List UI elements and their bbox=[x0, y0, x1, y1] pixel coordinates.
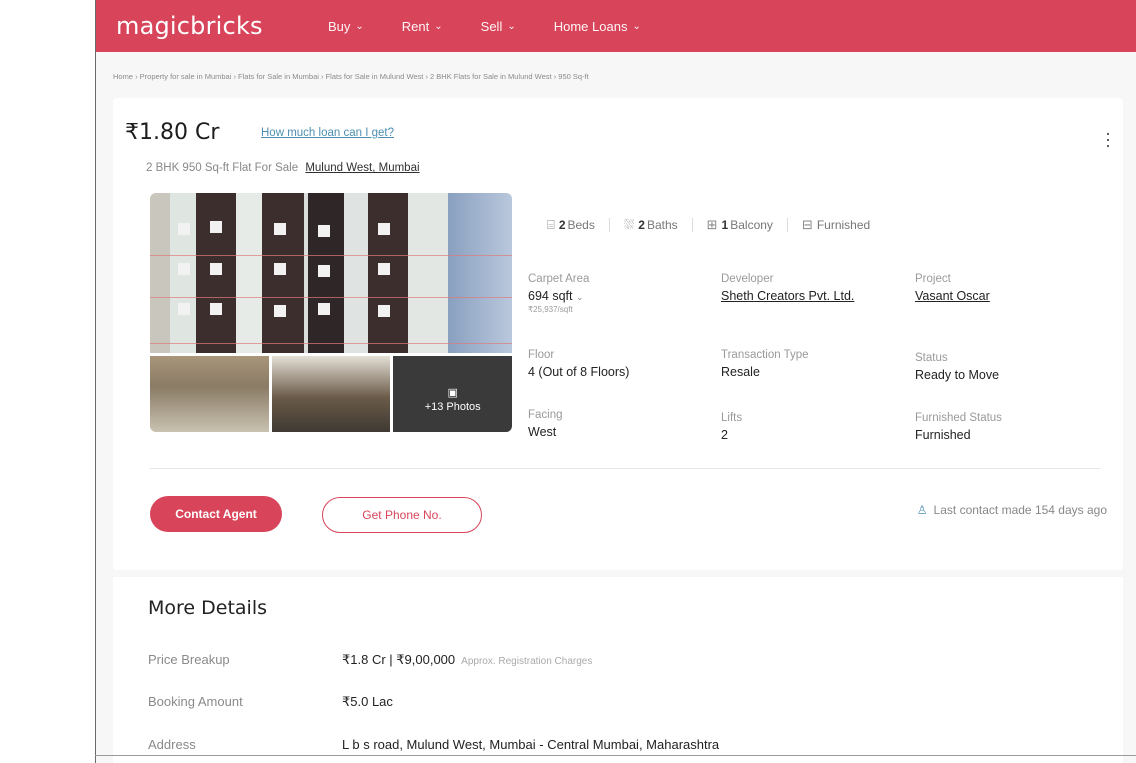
listing-subtitle: 2 BHK 950 Sq-ft Flat For Sale Mulund Wes… bbox=[146, 162, 420, 174]
fact-label: Transaction Type bbox=[721, 349, 809, 361]
fact-furnished-status: Furnished Status Furnished bbox=[915, 412, 1002, 442]
beds-label: Beds bbox=[567, 218, 595, 232]
balcony-count: 1 bbox=[721, 218, 729, 232]
nav-home-loans-label: Home Loans bbox=[553, 19, 628, 34]
detail-value: ₹1.8 Cr | ₹9,00,000 bbox=[342, 652, 456, 667]
beds-count: 2 bbox=[558, 218, 566, 232]
baths-label: Baths bbox=[646, 218, 678, 232]
baths-info: ⛆ 2 Baths bbox=[624, 217, 678, 233]
main-photo[interactable] bbox=[150, 193, 512, 353]
nav-home-loans[interactable]: Home Loans ⌄ bbox=[554, 19, 641, 34]
nav-rent-label: Rent bbox=[401, 19, 430, 34]
photo-thumbnails: ▣ +13 Photos bbox=[150, 356, 513, 432]
fact-label: Lifts bbox=[721, 412, 743, 424]
detail-row-price-breakup: Price Breakup ₹1.8 Cr | ₹9,00,000 Approx… bbox=[148, 652, 592, 668]
detail-row-address: Address L b s road, Mulund West, Mumbai … bbox=[148, 737, 719, 752]
listing-location-link[interactable]: Mulund West, Mumbai bbox=[305, 162, 419, 174]
fact-lifts: Lifts 2 bbox=[721, 412, 742, 442]
balcony-label: Balcony bbox=[730, 218, 773, 232]
fact-label: Furnished Status bbox=[915, 412, 1002, 424]
nav-sell-label: Sell bbox=[480, 19, 503, 34]
fact-label: Developer bbox=[721, 273, 774, 285]
project-link[interactable]: Vasant Oscar bbox=[915, 289, 990, 304]
fact-project: Project Vasant Oscar bbox=[915, 273, 990, 304]
detail-value: ₹5.0 Lac bbox=[342, 694, 393, 709]
furnished-info: ⊟ Furnished bbox=[802, 217, 870, 233]
fact-label: Floor bbox=[528, 349, 555, 361]
fact-floor: Floor 4 (Out of 8 Floors) bbox=[528, 349, 629, 379]
detail-value: L b s road, Mulund West, Mumbai - Centra… bbox=[342, 737, 720, 752]
last-contact-info: ♙ Last contact made 154 days ago bbox=[917, 503, 1107, 517]
fact-label: Facing bbox=[528, 409, 563, 421]
fact-value[interactable]: 694 sqft ⌄ bbox=[528, 289, 589, 303]
fact-developer: Developer Sheth Creators Pvt. Ltd. bbox=[721, 273, 891, 304]
more-photos-label: +13 Photos bbox=[424, 401, 481, 413]
fact-value: Furnished bbox=[915, 428, 971, 442]
fact-status: Status Ready to Move bbox=[915, 352, 999, 382]
bath-icon: ⛆ bbox=[623, 217, 635, 232]
page-frame-bottom bbox=[95, 755, 1136, 756]
detail-label: Booking Amount bbox=[148, 694, 243, 709]
detail-label: Price Breakup bbox=[148, 652, 230, 667]
last-contact-text: Last contact made 154 days ago bbox=[933, 503, 1107, 517]
photo-thumbnail[interactable] bbox=[150, 356, 269, 432]
nav-buy-label: Buy bbox=[328, 19, 351, 34]
get-phone-button[interactable]: Get Phone No. bbox=[322, 497, 482, 533]
detail-note: Approx. Registration Charges bbox=[461, 656, 593, 667]
fact-value: 2 bbox=[721, 428, 728, 442]
more-photos-thumbnail[interactable]: ▣ +13 Photos bbox=[393, 356, 513, 432]
amenities-row: ⌸ 2 Beds ⛆ 2 Baths ⊞ 1 Balcony ⊟ Furnish… bbox=[547, 217, 884, 233]
furniture-icon: ⊟ bbox=[801, 217, 813, 232]
fact-label: Status bbox=[915, 352, 948, 364]
beds-info: ⌸ 2 Beds bbox=[547, 217, 595, 233]
fact-label: Carpet Area bbox=[528, 273, 590, 285]
baths-count: 2 bbox=[638, 218, 645, 232]
furnished-label: Furnished bbox=[816, 218, 871, 232]
more-options-icon[interactable]: · · · bbox=[1105, 124, 1111, 154]
listing-card: ₹1.80 Cr How much loan can I get? · · · 2 … bbox=[113, 98, 1123, 570]
site-logo[interactable]: magicbricks bbox=[116, 12, 263, 40]
chevron-down-icon: ⌄ bbox=[575, 292, 584, 302]
fact-carpet-area: Carpet Area 694 sqft ⌄ ₹25,937/sqft bbox=[528, 273, 589, 314]
nav-rent[interactable]: Rent ⌄ bbox=[402, 19, 443, 34]
top-navbar: magicbricks Buy ⌄ Rent ⌄ Sell ⌄ Home Loans ⌄ bbox=[96, 0, 1136, 52]
photo-thumbnail[interactable] bbox=[271, 356, 391, 432]
fact-value: Resale bbox=[721, 365, 760, 379]
nav-buy[interactable]: Buy ⌄ bbox=[328, 19, 364, 34]
detail-row-booking-amount: Booking Amount ₹5.0 Lac bbox=[148, 694, 393, 710]
fact-value: Ready to Move bbox=[915, 368, 1000, 382]
fact-facing: Facing West bbox=[528, 409, 563, 439]
balcony-icon: ⊞ bbox=[706, 217, 718, 232]
nav-sell[interactable]: Sell ⌄ bbox=[481, 19, 516, 34]
fact-value: 4 (Out of 8 Floors) bbox=[528, 365, 630, 379]
main-nav: Buy ⌄ Rent ⌄ Sell ⌄ Home Loans ⌄ bbox=[328, 19, 679, 34]
contact-agent-button[interactable]: Contact Agent bbox=[150, 496, 282, 532]
listing-type: 2 BHK 950 Sq-ft Flat For Sale bbox=[146, 162, 299, 174]
more-details-section: More Details Price Breakup ₹1.8 Cr | ₹9,… bbox=[113, 577, 1123, 763]
bed-icon: ⌸ bbox=[547, 217, 555, 232]
detail-label: Address bbox=[148, 737, 196, 752]
user-icon: ♙ bbox=[916, 503, 928, 517]
chevron-down-icon: ⌄ bbox=[632, 21, 641, 32]
more-details-title: More Details bbox=[148, 597, 268, 619]
loan-eligibility-link[interactable]: How much loan can I get? bbox=[261, 127, 394, 139]
fact-label: Project bbox=[915, 273, 951, 285]
fact-transaction-type: Transaction Type Resale bbox=[721, 349, 809, 379]
developer-link[interactable]: Sheth Creators Pvt. Ltd. bbox=[721, 289, 891, 304]
photo-icon: ▣ bbox=[447, 387, 458, 399]
carpet-area-value: 694 sqft bbox=[528, 289, 573, 303]
chevron-down-icon: ⌄ bbox=[355, 21, 364, 32]
listing-price: ₹1.80 Cr bbox=[125, 120, 220, 145]
chevron-down-icon: ⌄ bbox=[434, 21, 443, 32]
fact-value: West bbox=[528, 425, 557, 439]
divider bbox=[150, 468, 1100, 469]
balcony-info: ⊞ 1 Balcony bbox=[707, 217, 773, 233]
chevron-down-icon: ⌄ bbox=[507, 21, 516, 32]
price-per-sqft: ₹25,937/sqft bbox=[528, 305, 573, 314]
breadcrumb[interactable]: Home › Property for sale in Mumbai › Fla… bbox=[113, 72, 589, 81]
